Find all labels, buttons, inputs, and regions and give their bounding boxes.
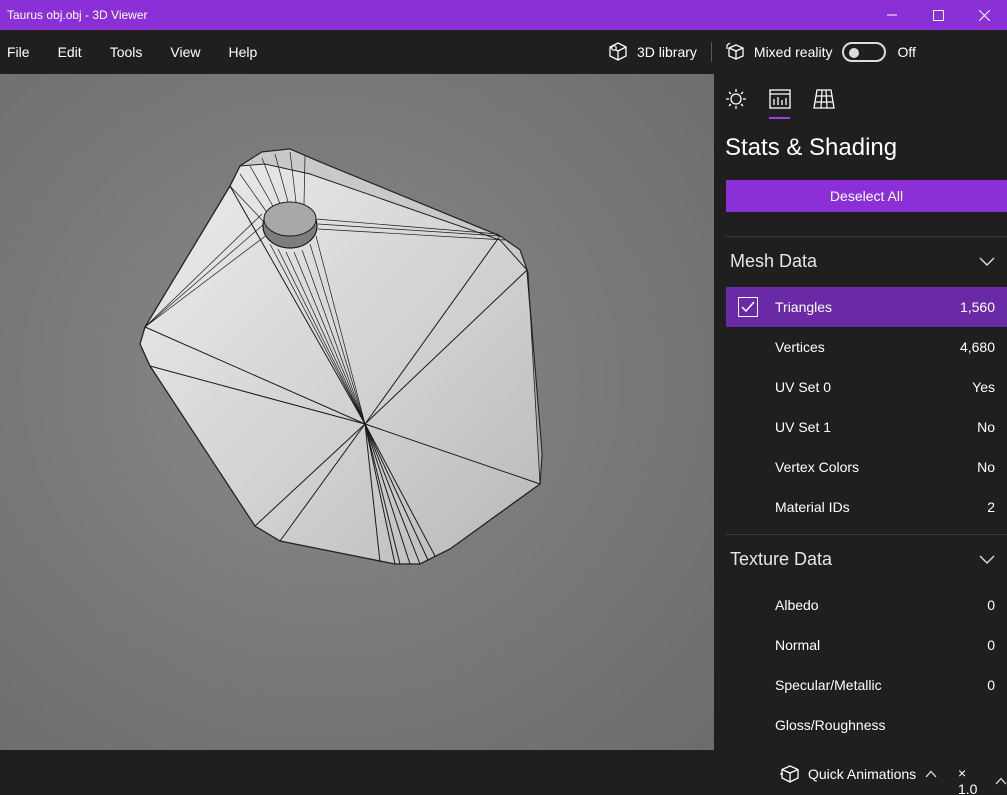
minimize-button[interactable] xyxy=(869,0,915,30)
panel-tabs xyxy=(714,74,1007,120)
row-label: Albedo xyxy=(775,597,819,613)
mesh-row-vertex-colors[interactable]: Vertex Colors No xyxy=(726,447,1007,487)
tab-grid[interactable] xyxy=(812,87,836,111)
row-label: Specular/Metallic xyxy=(775,677,882,693)
divider xyxy=(726,236,1007,237)
menu-right-group: 3D library Mixed reality Off xyxy=(608,30,916,74)
chevron-up-icon xyxy=(925,770,937,778)
menu-file[interactable]: File xyxy=(0,44,38,60)
title-bar: Taurus obj.obj - 3D Viewer xyxy=(0,0,1007,30)
3d-library-label: 3D library xyxy=(637,44,697,60)
row-label: Normal xyxy=(775,637,821,653)
checkmark-icon xyxy=(741,301,755,313)
row-label: Material IDs xyxy=(775,499,850,515)
mixed-reality-toggle[interactable] xyxy=(841,42,886,62)
row-value: 1,560 xyxy=(959,299,995,315)
row-label: Gloss/Roughness xyxy=(775,717,886,733)
mesh-row-vertices[interactable]: Vertices 4,680 xyxy=(726,327,1007,367)
animation-speed-control[interactable]: × 1.0 xyxy=(958,765,1007,795)
texture-row-albedo[interactable]: Albedo 0 xyxy=(726,585,1007,625)
deselect-all-button[interactable]: Deselect All xyxy=(726,180,1007,212)
speed-label: × 1.0 xyxy=(958,765,978,795)
menu-tools[interactable]: Tools xyxy=(102,44,151,60)
row-label: Vertices xyxy=(775,339,825,355)
panel-title: Stats & Shading xyxy=(725,134,898,161)
tab-lighting[interactable] xyxy=(724,87,748,111)
bottom-bar: Quick Animations × 1.0 xyxy=(0,750,1007,795)
row-value: 0 xyxy=(987,677,995,693)
active-tab-indicator xyxy=(769,117,790,119)
row-label: Vertex Colors xyxy=(775,459,860,475)
texture-row-normal[interactable]: Normal 0 xyxy=(726,625,1007,665)
menu-separator xyxy=(710,42,712,62)
animation-cube-icon xyxy=(780,765,799,783)
chevron-down-icon[interactable] xyxy=(979,555,995,565)
chevron-up-icon xyxy=(995,777,1007,785)
tab-stats[interactable] xyxy=(768,87,792,111)
close-icon xyxy=(978,9,990,21)
model-wireframe xyxy=(139,148,543,565)
row-label: Triangles xyxy=(775,299,833,315)
mesh-row-uv-set-0[interactable]: UV Set 0 Yes xyxy=(726,367,1007,407)
row-value: 2 xyxy=(987,499,995,515)
maximize-button[interactable] xyxy=(915,0,961,30)
mixed-reality-label: Mixed reality xyxy=(753,44,833,60)
mesh-row-material-ids[interactable]: Material IDs 2 xyxy=(726,487,1007,527)
row-value: 4,680 xyxy=(959,339,995,355)
menu-list: File Edit Tools View Help xyxy=(0,44,265,60)
toggle-knob xyxy=(848,48,859,58)
mesh-data-header[interactable]: Mesh Data xyxy=(730,251,817,272)
menu-edit[interactable]: Edit xyxy=(50,44,90,60)
menu-bar: File Edit Tools View Help 3D library Mix… xyxy=(0,30,1007,74)
menu-view[interactable]: View xyxy=(162,44,208,60)
divider xyxy=(726,534,1007,535)
row-label: UV Set 0 xyxy=(775,379,832,395)
stats-panel: Stats & Shading Deselect All Mesh Data T… xyxy=(714,74,1007,750)
row-label: UV Set 1 xyxy=(775,419,832,435)
mixed-reality-icon xyxy=(726,42,744,60)
quick-animations-label: Quick Animations xyxy=(808,766,917,782)
stats-icon xyxy=(769,89,791,109)
minimize-icon xyxy=(887,14,897,16)
maximize-icon xyxy=(932,9,944,21)
grid-icon xyxy=(813,89,835,109)
mesh-row-uv-set-1[interactable]: UV Set 1 No xyxy=(726,407,1007,447)
checkbox[interactable] xyxy=(738,297,758,317)
row-value: No xyxy=(977,419,995,435)
3d-viewport[interactable] xyxy=(0,74,714,750)
row-value: No xyxy=(977,459,995,475)
toggle-state-label: Off xyxy=(897,44,916,60)
row-value: 0 xyxy=(987,597,995,613)
3d-library-button[interactable]: 3D library xyxy=(608,42,697,62)
texture-data-header[interactable]: Texture Data xyxy=(730,549,832,570)
chevron-down-icon[interactable] xyxy=(979,257,995,267)
menu-help[interactable]: Help xyxy=(220,44,265,60)
window-title: Taurus obj.obj - 3D Viewer xyxy=(7,8,148,22)
quick-animations-button[interactable]: Quick Animations xyxy=(780,765,937,783)
mixed-reality-group: Mixed reality Off xyxy=(726,42,916,62)
sun-icon xyxy=(726,89,746,109)
row-value: 0 xyxy=(987,637,995,653)
texture-row-gloss-roughness[interactable]: Gloss/Roughness xyxy=(726,705,1007,745)
row-value: Yes xyxy=(972,379,995,395)
texture-row-specular-metallic[interactable]: Specular/Metallic 0 xyxy=(726,665,1007,705)
close-button[interactable] xyxy=(961,0,1007,30)
mesh-row-triangles[interactable]: Triangles 1,560 xyxy=(726,287,1007,327)
cube-icon xyxy=(609,42,627,61)
